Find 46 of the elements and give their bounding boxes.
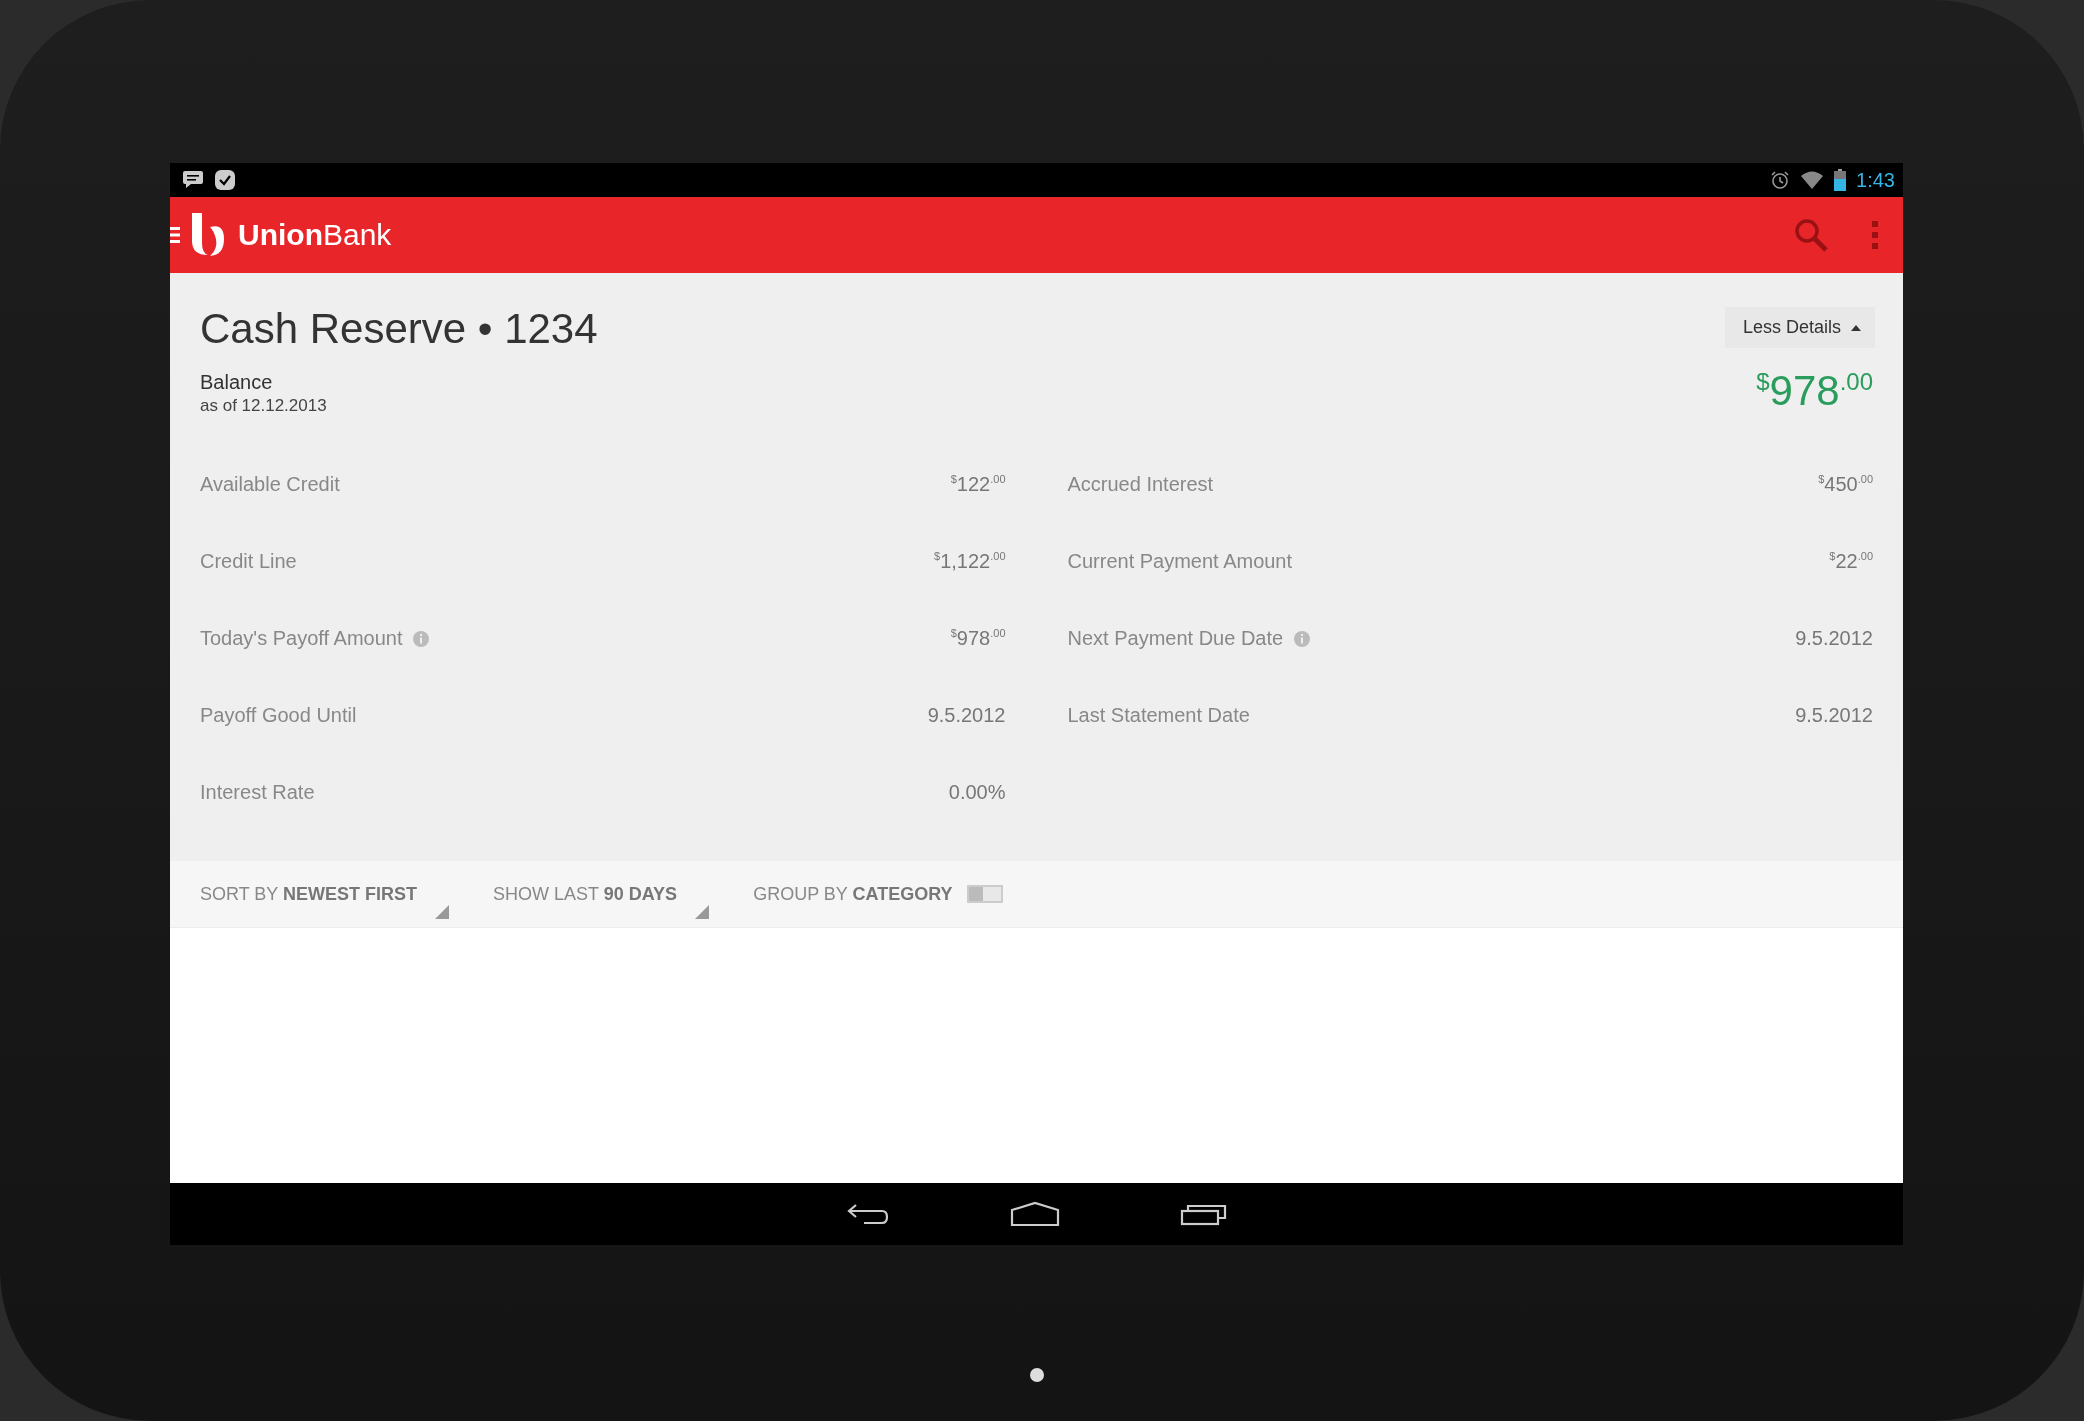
brand-name: UnionBank [238, 218, 392, 252]
camera-dot [1030, 1368, 1044, 1382]
balance-label: Balance [200, 371, 274, 394]
detail-label: Today's Payoff Amount [200, 627, 403, 650]
detail-label: Available Credit [200, 473, 340, 496]
amount-value: $^{$}$122$^{.00}$ [950, 473, 1006, 496]
detail-label: Current Payment Amount [1067, 550, 1293, 573]
toggle-switch[interactable] [966, 885, 1003, 903]
info-icon[interactable] [1293, 629, 1312, 648]
balance-date: as of 12.12.2013 [200, 396, 327, 416]
logo-icon [190, 213, 226, 257]
overflow-menu-icon[interactable] [1871, 220, 1879, 250]
less-details-button[interactable]: Less Details [1724, 307, 1875, 348]
filter-dropdown[interactable]: SHOW LAST 90 DAYS [493, 869, 710, 919]
filter-dropdown[interactable]: SORT BY NEWEST FIRST [200, 869, 450, 919]
detail-label: Accrued Interest [1067, 473, 1214, 496]
account-title: Cash Reserve • 1234 [200, 305, 598, 353]
status-time: 1:43 [1856, 168, 1895, 192]
corner-triangle-icon [695, 904, 710, 919]
check-icon [214, 169, 236, 191]
amount-value: $^{$}$450$^{.00}$ [1818, 473, 1873, 496]
home-icon[interactable] [1009, 1201, 1060, 1227]
detail-value: 9.5.2012 [927, 704, 1006, 727]
detail-label: Interest Rate [200, 781, 315, 804]
amount-value: $^{$}$978$^{.00}$ [950, 627, 1006, 650]
back-icon[interactable] [845, 1201, 890, 1227]
amount-value: $^{$}$1,122$^{.00}$ [934, 550, 1006, 573]
amount-value: $^{$}$22$^{.00}$ [1829, 550, 1873, 573]
detail-label: Credit Line [200, 550, 297, 573]
chat-icon [182, 170, 204, 190]
amount-value: $^{$}$978$^{.00}$ [1756, 367, 1873, 415]
detail-value: 0.00% [948, 781, 1006, 804]
detail-label: Payoff Good Until [200, 704, 357, 727]
toggle-label: GROUP BY CATEGORY [753, 883, 953, 905]
caret-icon [1851, 324, 1861, 331]
detail-value: 9.5.2012 [1795, 627, 1873, 650]
detail-label: Next Payment Due Date [1067, 627, 1284, 650]
battery-icon [1834, 169, 1847, 191]
corner-triangle-icon [435, 904, 450, 919]
alarm-icon [1770, 170, 1791, 190]
wifi-icon [1800, 170, 1825, 190]
detail-label: Last Statement Date [1067, 704, 1250, 727]
search-icon[interactable] [1793, 217, 1829, 253]
detail-value: 9.5.2012 [1795, 704, 1873, 727]
menu-icon[interactable] [170, 225, 180, 245]
info-icon[interactable] [412, 629, 431, 648]
